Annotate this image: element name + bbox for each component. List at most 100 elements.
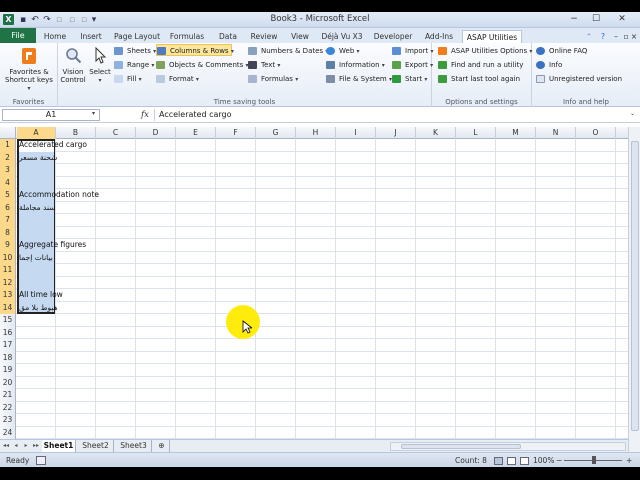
row-header-16[interactable]: 16: [0, 326, 16, 339]
select-all-corner[interactable]: [0, 127, 16, 139]
row-header-5[interactable]: 5: [0, 189, 16, 202]
cell-a14[interactable]: هبوط بلا مق: [19, 302, 58, 314]
row-header-12[interactable]: 12: [0, 276, 16, 289]
doc-minimize-button[interactable]: –: [612, 30, 620, 43]
cell-a10[interactable]: بيانات إجما: [19, 252, 53, 264]
row-header-1[interactable]: 1: [0, 139, 16, 152]
horizontal-scroll-thumb[interactable]: [401, 444, 521, 449]
tab-add-ins[interactable]: Add-Ins: [420, 30, 458, 43]
row-header-8[interactable]: 8: [0, 226, 16, 239]
fill-menu[interactable]: Fill ▾: [114, 73, 142, 85]
range-menu[interactable]: Range ▾: [114, 59, 154, 71]
column-header-g[interactable]: G: [256, 127, 296, 139]
help-icon[interactable]: ?: [598, 30, 608, 43]
tab-developer[interactable]: Developer: [370, 30, 416, 43]
insert-sheet-icon[interactable]: ⊕: [154, 440, 170, 452]
asap-options-menu[interactable]: ASAP Utilities Options ▾: [438, 45, 532, 57]
column-header-m[interactable]: M: [496, 127, 536, 139]
row-header-17[interactable]: 17: [0, 339, 16, 352]
favorites-button[interactable]: Favorites & Shortcut keys ▾: [4, 46, 54, 93]
tab-page-layout[interactable]: Page Layout: [112, 30, 162, 43]
find-run-utility-button[interactable]: Find and run a utility: [438, 59, 523, 71]
sheets-menu[interactable]: Sheets ▾: [114, 45, 156, 57]
zoom-level[interactable]: 100%: [533, 455, 554, 466]
doc-restore-button[interactable]: ▫: [622, 30, 630, 43]
cell-a5[interactable]: Accommodation note: [19, 189, 99, 201]
worksheet-grid[interactable]: ABCDEFGHIJKLMNO 1 2 3 4 5 6 7 8 9 10 11 12 13 14 15 16 1…: [0, 127, 628, 439]
name-box-dropdown-icon[interactable]: ▾: [92, 110, 95, 117]
tab-view[interactable]: View: [284, 30, 316, 43]
formula-input[interactable]: Accelerated cargo: [154, 109, 632, 121]
page-break-view-icon[interactable]: [520, 457, 529, 465]
select-button[interactable]: Select ▾: [88, 46, 112, 85]
column-header-e[interactable]: E: [176, 127, 216, 139]
column-header-k[interactable]: K: [416, 127, 456, 139]
last-sheet-button[interactable]: ▸▸: [32, 441, 40, 451]
row-header-13[interactable]: 13: [0, 289, 16, 302]
normal-view-icon[interactable]: [494, 457, 503, 465]
cell-a9[interactable]: Aggregate figures: [19, 239, 86, 251]
column-header-b[interactable]: B: [56, 127, 96, 139]
row-header-9[interactable]: 9: [0, 239, 16, 252]
row-header-6[interactable]: 6: [0, 201, 16, 214]
close-button[interactable]: ✕: [608, 13, 636, 26]
information-menu[interactable]: Information ▾: [326, 59, 385, 71]
minimize-button[interactable]: −: [563, 13, 585, 26]
prev-sheet-button[interactable]: ◂: [12, 441, 20, 451]
row-header-14[interactable]: 14: [0, 301, 16, 314]
column-header-h[interactable]: H: [296, 127, 336, 139]
row-header-7[interactable]: 7: [0, 214, 16, 227]
zoom-out-button[interactable]: −: [556, 455, 562, 466]
row-header-18[interactable]: 18: [0, 351, 16, 364]
row-header-4[interactable]: 4: [0, 176, 16, 189]
column-header-i[interactable]: I: [336, 127, 376, 139]
row-header-3[interactable]: 3: [0, 164, 16, 177]
selected-range[interactable]: [17, 139, 56, 314]
vertical-scroll-thumb[interactable]: [631, 141, 639, 431]
row-header-20[interactable]: 20: [0, 376, 16, 389]
column-header-o[interactable]: O: [576, 127, 616, 139]
row-header-23[interactable]: 23: [0, 414, 16, 427]
column-header-d[interactable]: D: [136, 127, 176, 139]
macro-record-icon[interactable]: [36, 456, 46, 465]
tab-insert[interactable]: Insert: [74, 30, 108, 43]
cell-a1[interactable]: Accelerated cargo: [19, 139, 87, 151]
import-menu[interactable]: Import ▾: [392, 45, 433, 57]
unregistered-version-button[interactable]: Unregistered version: [536, 73, 622, 85]
zoom-in-button[interactable]: +: [626, 455, 632, 466]
row-header-2[interactable]: 2: [0, 151, 16, 164]
horizontal-scrollbar[interactable]: [390, 442, 626, 451]
objects-comments-menu[interactable]: Objects & Comments ▾: [156, 59, 249, 71]
tab-review[interactable]: Review: [246, 30, 282, 43]
column-header-j[interactable]: J: [376, 127, 416, 139]
formulas-menu[interactable]: Formulas ▾: [248, 73, 298, 85]
expand-formula-bar-icon[interactable]: ⌄: [630, 110, 635, 117]
doc-close-button[interactable]: ×: [630, 30, 638, 43]
tab-deja-vu[interactable]: Déjà Vu X3: [318, 30, 366, 43]
insert-function-button[interactable]: fx: [138, 109, 152, 121]
tab-home[interactable]: Home: [40, 30, 70, 43]
start-menu[interactable]: Start ▾: [392, 73, 427, 85]
columns-rows-menu[interactable]: Columns & Rows ▾: [156, 44, 234, 56]
maximize-button[interactable]: ☐: [585, 13, 607, 26]
vertical-scrollbar[interactable]: [628, 127, 640, 452]
page-layout-view-icon[interactable]: [507, 457, 516, 465]
cell-a2[interactable]: شحنة مسعر: [19, 152, 57, 164]
zoom-slider-thumb[interactable]: [592, 456, 596, 464]
tab-data[interactable]: Data: [212, 30, 244, 43]
online-faq-button[interactable]: Online FAQ: [536, 45, 587, 57]
sheet-tab-sheet2[interactable]: Sheet2: [78, 440, 114, 452]
vision-control-button[interactable]: Vision Control: [60, 46, 86, 84]
text-menu[interactable]: Text ▾: [248, 59, 280, 71]
next-sheet-button[interactable]: ▸: [22, 441, 30, 451]
file-system-menu[interactable]: File & System ▾: [326, 73, 392, 85]
row-header-11[interactable]: 11: [0, 264, 16, 277]
start-last-tool-button[interactable]: Start last tool again: [438, 73, 520, 85]
first-sheet-button[interactable]: ◂◂: [2, 441, 10, 451]
numbers-dates-menu[interactable]: Numbers & Dates ▾: [248, 45, 328, 57]
row-header-10[interactable]: 10: [0, 251, 16, 264]
column-header-c[interactable]: C: [96, 127, 136, 139]
info-button[interactable]: Info: [536, 59, 562, 71]
row-header-21[interactable]: 21: [0, 389, 16, 402]
cell-a13[interactable]: All time low: [19, 289, 63, 301]
